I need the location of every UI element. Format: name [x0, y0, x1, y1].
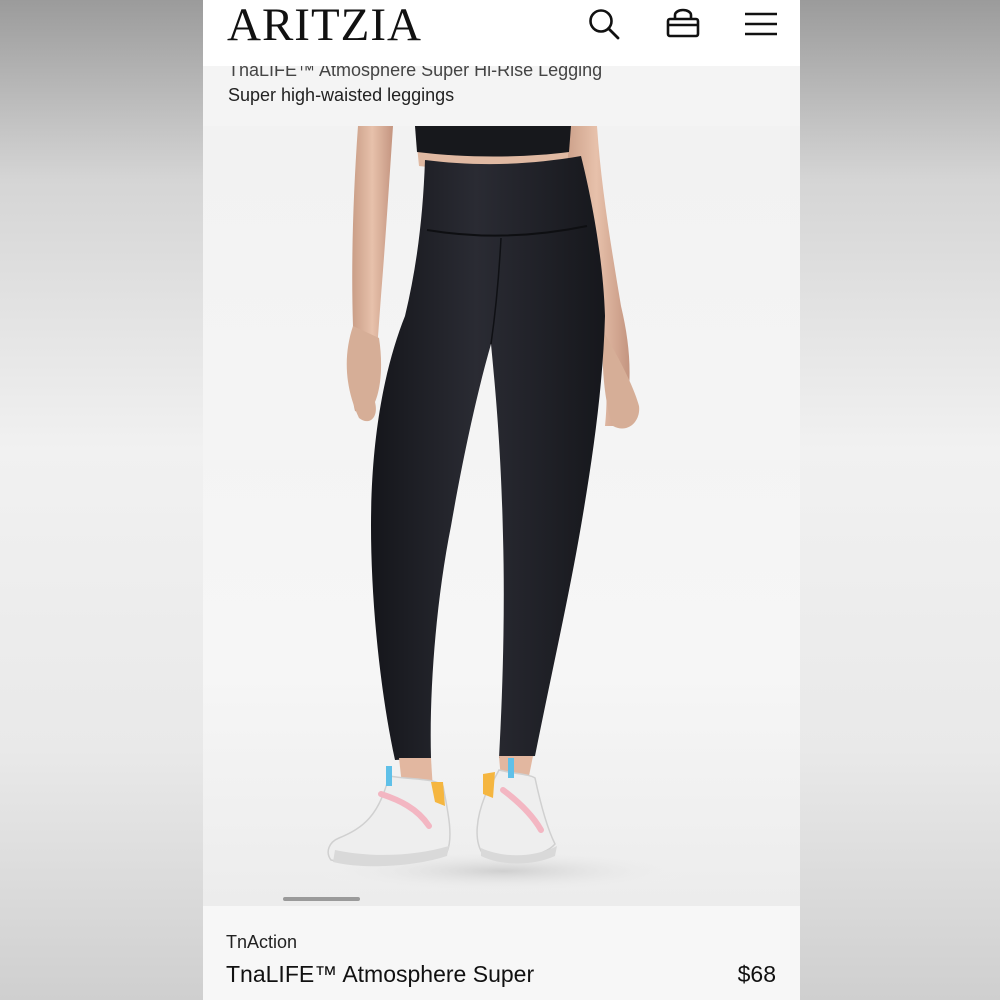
- background-right: [800, 0, 1000, 1000]
- product-info: TnAction TnaLIFE™ Atmosphere Super $68: [203, 906, 800, 1000]
- product-image[interactable]: [203, 126, 800, 906]
- product-name[interactable]: TnaLIFE™ Atmosphere Super: [226, 961, 534, 988]
- search-icon[interactable]: [586, 6, 622, 42]
- background-left: [0, 0, 203, 1000]
- product-tagline: Super high-waisted leggings: [228, 85, 455, 105]
- brand-logo[interactable]: ARITZIA: [227, 0, 422, 52]
- bag-icon[interactable]: [665, 6, 701, 42]
- legging-model-photo: [313, 126, 693, 893]
- product-price: $68: [737, 961, 776, 987]
- site-header: ARITZIA: [203, 0, 800, 66]
- product-brand[interactable]: TnAction: [226, 932, 297, 953]
- phone-screen: ARITZIA TnaLIFE™ Atmosphere Super Hi-Ris…: [203, 0, 800, 1000]
- carousel-indicator[interactable]: [283, 897, 360, 901]
- menu-icon[interactable]: [743, 6, 779, 42]
- product-subheader: TnaLIFE™ Atmosphere Super Hi-Rise Leggin…: [203, 56, 800, 126]
